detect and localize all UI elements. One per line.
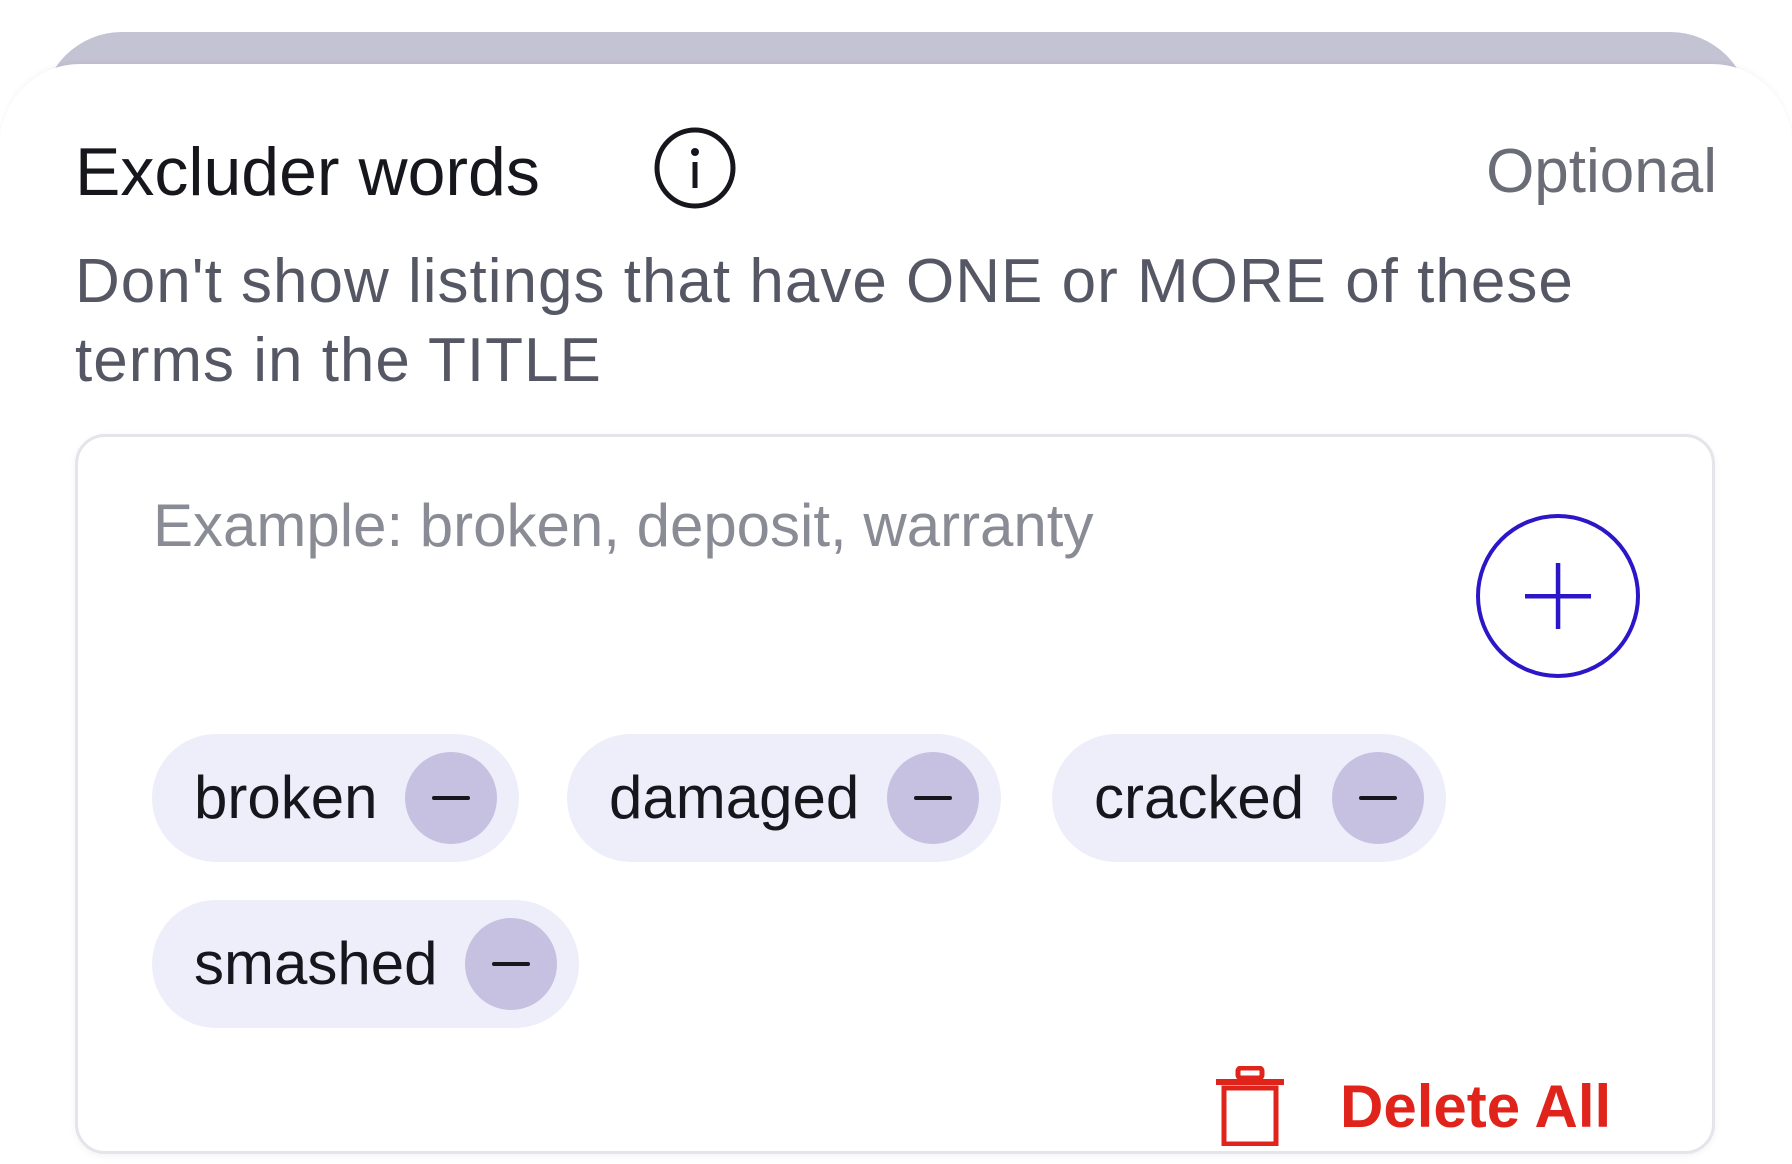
- chip-label: smashed: [194, 930, 438, 997]
- section-title: Excluder words: [75, 134, 540, 210]
- chip-smashed: smashed: [152, 900, 580, 1028]
- chip-label: broken: [194, 764, 378, 831]
- minus-icon[interactable]: [465, 918, 558, 1010]
- info-icon[interactable]: [654, 127, 736, 209]
- minus-icon[interactable]: [1332, 752, 1425, 844]
- trash-icon: [1216, 1066, 1284, 1146]
- input-placeholder: Example: broken, deposit, warranty: [153, 492, 1094, 559]
- chip-label: damaged: [609, 764, 860, 831]
- chip-label: cracked: [1094, 764, 1305, 831]
- chip-cracked: cracked: [1052, 734, 1447, 862]
- chip-broken: broken: [152, 734, 520, 862]
- minus-icon[interactable]: [887, 752, 980, 844]
- chip-damaged: damaged: [567, 734, 1002, 862]
- delete-all-label: Delete All: [1340, 1073, 1612, 1140]
- optional-label: Optional: [1486, 137, 1717, 206]
- section-description: Don't show listings that have ONE or MOR…: [75, 247, 1574, 395]
- delete-all-button[interactable]: Delete All: [1210, 1066, 1611, 1146]
- add-word-button[interactable]: [1475, 513, 1641, 679]
- minus-icon[interactable]: [405, 752, 498, 844]
